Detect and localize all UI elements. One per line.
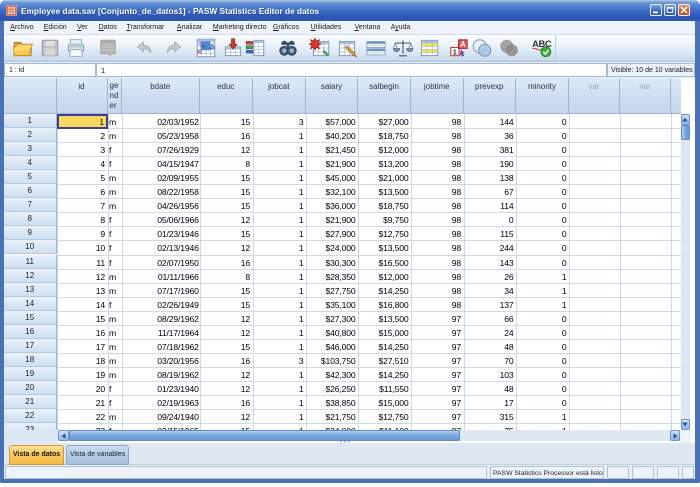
svg-text:ABC: ABC	[532, 38, 552, 48]
svg-text:1: 1	[453, 47, 458, 56]
svg-text:A: A	[460, 39, 466, 48]
